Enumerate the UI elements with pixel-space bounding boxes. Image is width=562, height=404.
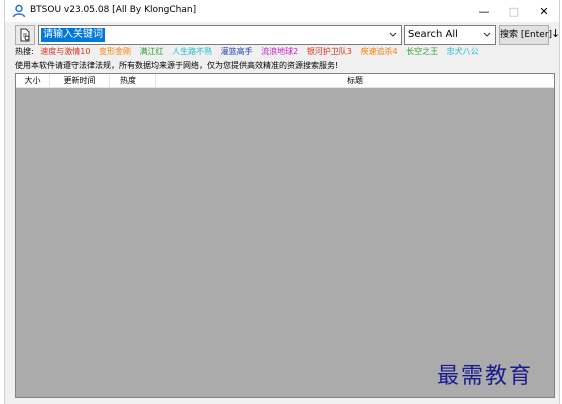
column-header-updated[interactable]: 更新时间 [50, 74, 110, 87]
maximize-button[interactable]: □ [499, 0, 529, 22]
hot-search-item[interactable]: 满江红 [140, 46, 164, 57]
column-header-heat[interactable]: 热度 [110, 74, 156, 87]
minimize-icon: — [478, 4, 490, 18]
hot-search-label: 热搜: [15, 47, 34, 56]
chevron-down-icon [483, 32, 491, 37]
legal-notice: 使用本软件请遵守法律法规，所有数据均来源于网络，仅为您提供高效精准的资源搜索服务… [15, 61, 339, 70]
search-input[interactable]: 请输入关键词 [41, 28, 105, 42]
toolbar: 请输入关键词 Search All 搜索 [Enter] ↓ [5, 22, 560, 46]
results-table[interactable]: 大小 更新时间 热度 标题 [15, 73, 555, 398]
document-search-icon [20, 28, 30, 42]
search-button[interactable]: 搜索 [Enter] [499, 25, 552, 45]
hot-search-bar: 热搜: 速度与激情10 变形金刚 满江红 人生路不熟 灌篮高手 流浪地球2 银河… [15, 46, 485, 58]
hot-search-item[interactable]: 银河护卫队3 [307, 46, 352, 57]
column-header-title[interactable]: 标题 [156, 74, 554, 87]
app-user-icon [12, 4, 26, 18]
sort-arrow-icon[interactable]: ↓ [551, 27, 560, 40]
hot-search-item[interactable]: 流浪地球2 [261, 46, 298, 57]
close-icon: ✕ [539, 4, 549, 18]
chevron-down-icon[interactable] [387, 28, 399, 42]
title-bar: BTSOU v23.05.08 [All By KlongChan] — □ ✕ [5, 0, 559, 22]
window-title: BTSOU v23.05.08 [All By KlongChan] [30, 5, 197, 15]
document-button[interactable] [15, 25, 35, 45]
close-button[interactable]: ✕ [529, 0, 559, 22]
app-window: BTSOU v23.05.08 [All By KlongChan] — □ ✕… [4, 0, 560, 404]
search-mode-select[interactable]: Search All [404, 25, 496, 45]
table-header: 大小 更新时间 热度 标题 [16, 74, 554, 88]
search-mode-value: Search All [408, 29, 458, 40]
hot-search-item[interactable]: 人生路不熟 [172, 46, 212, 57]
hot-search-item[interactable]: 疾速追杀4 [360, 46, 397, 57]
watermark-logo: 最需教育 [437, 364, 534, 389]
hot-search-item[interactable]: 忠犬八公 [447, 46, 479, 57]
hot-search-item[interactable]: 灌篮高手 [221, 46, 253, 57]
hot-search-item[interactable]: 长空之王 [406, 46, 438, 57]
hot-search-item[interactable]: 速度与激情10 [40, 46, 90, 57]
hot-search-item[interactable]: 变形金刚 [99, 46, 131, 57]
minimize-button[interactable]: — [469, 0, 499, 22]
search-combobox[interactable]: 请输入关键词 [38, 25, 402, 45]
maximize-icon: □ [508, 4, 520, 18]
column-header-size[interactable]: 大小 [16, 74, 50, 87]
